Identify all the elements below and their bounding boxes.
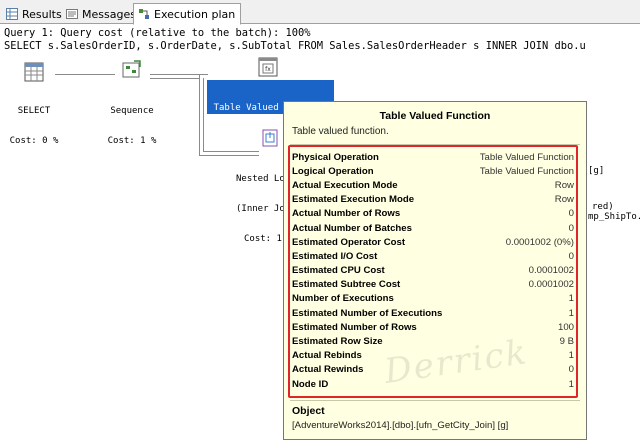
svg-text:fx: fx [265,66,271,73]
results-tab-bar: Results Messages Execution plan [0,0,640,25]
plan-arrow-vertical-outer [199,74,200,156]
query-sql-line: SELECT s.SalesOrderID, s.OrderDate, s.Su… [4,40,586,52]
plan-arrow-sequence-tvf [150,74,198,75]
tooltip-description: Table valued function. [292,126,389,137]
plan-arrow-tvf-stub [198,74,208,75]
sequence-operator-cost: Cost: 1 % [107,136,157,146]
select-operator-icon[interactable] [24,62,44,82]
sequence-operator-label: Sequence Cost: 1 % [102,86,162,156]
select-operator-label: SELECT Cost: 0 % [6,86,62,156]
tab-results-label: Results [22,7,62,21]
nested-loops-sub: (Inner Jo [236,204,285,214]
tab-execution-plan[interactable]: Execution plan [133,3,242,25]
query-cost-line: Query 1: Query cost (relative to the bat… [4,27,311,39]
grid-icon [6,8,18,20]
plan-arrow-vertical-inner [203,78,204,152]
table-valued-function-icon[interactable]: fx [258,57,278,77]
execution-plan-icon [139,9,149,19]
nested-loops-icon[interactable] [260,128,280,148]
nested-loops-label: Nested Lo (Inner Jo Cost: 1 [236,154,285,254]
tooltip-title: Table Valued Function [379,110,491,122]
sequence-operator-name: Sequence [110,106,154,116]
tab-execution-plan-label: Execution plan [154,7,236,21]
plan-arrow-sequence-nested [150,78,200,79]
tooltip-object-heading: Object [292,405,325,417]
select-operator-name: SELECT [17,106,51,116]
nested-loops-name: Nested Lo [236,174,285,184]
sequence-operator-icon[interactable] [121,60,143,82]
annotation-highlight-box [288,145,578,398]
tooltip-object-value: [AdventureWorks2014].[dbo].[ufn_GetCity_… [292,420,509,431]
messages-icon [66,9,78,19]
tab-messages[interactable]: Messages [62,4,141,24]
nested-loops-cost: Cost: 1 [244,234,282,244]
plan-arrow-select-sequence [55,74,115,75]
plan-fragment-red: red) [592,202,614,212]
plan-fragment-shipto: mp_ShipTo... [588,212,640,222]
tab-results[interactable]: Results [2,4,67,24]
tab-messages-label: Messages [82,7,136,21]
plan-fragment-g: [g] [588,166,605,176]
tooltip-separator-bottom [290,400,580,401]
select-operator-cost: Cost: 0 % [9,136,59,146]
